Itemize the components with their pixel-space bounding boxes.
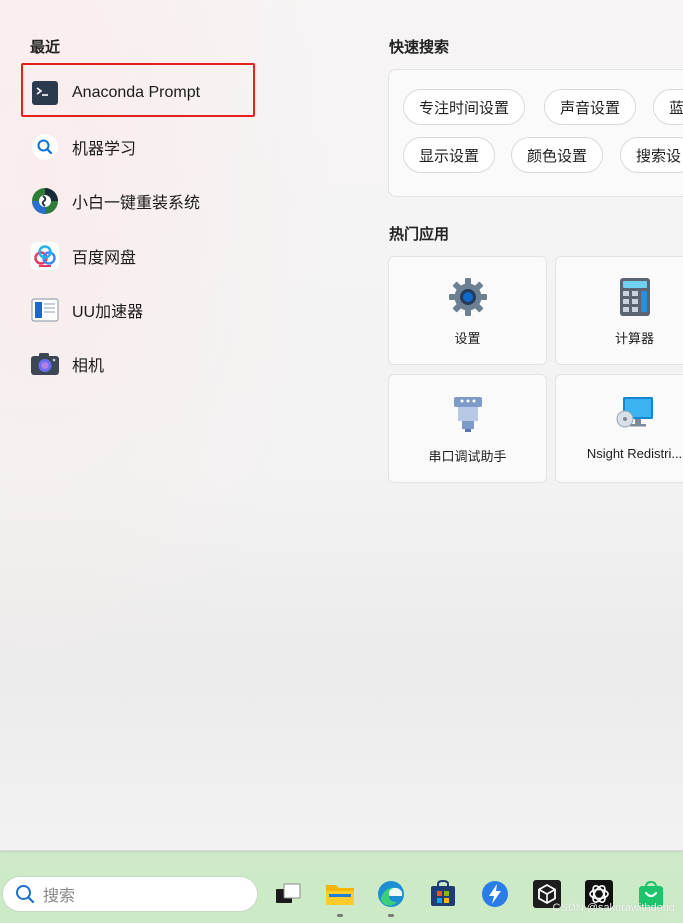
search-icon xyxy=(30,132,60,162)
taskbar-search-placeholder: 搜索 xyxy=(43,888,76,905)
microsoft-store-icon[interactable] xyxy=(427,877,459,911)
camera-icon xyxy=(30,349,60,379)
uu-accelerator-icon xyxy=(30,295,60,325)
recent-item-camera[interactable]: 相机 xyxy=(30,344,104,384)
recent-item-machine-learning[interactable]: 机器学习 xyxy=(30,127,136,167)
serial-port-icon xyxy=(453,397,482,432)
app-tile-label: Nsight Redistri... xyxy=(586,446,683,461)
recent-item-label: 机器学习 xyxy=(72,141,137,158)
quick-search-box: 专注时间设置 声音设置 蓝 显示设置 颜色设置 搜索设 xyxy=(388,69,683,197)
hot-apps-title: 热门应用 xyxy=(389,226,450,243)
quick-search-title: 快速搜索 xyxy=(389,39,450,56)
app-tile-calculator[interactable]: 计算器 xyxy=(555,256,683,365)
gear-icon xyxy=(448,278,487,316)
recent-item-baidu-netdisk[interactable]: 百度网盘 xyxy=(30,236,136,276)
recent-item-label: 小白一键重装系统 xyxy=(72,195,201,212)
highlight-box xyxy=(21,63,255,117)
recent-title: 最近 xyxy=(30,39,61,56)
monitor-disc-icon xyxy=(616,397,653,428)
chip-display-settings[interactable]: 显示设置 xyxy=(403,137,496,173)
edge-icon[interactable] xyxy=(375,877,407,917)
lightning-app-icon[interactable] xyxy=(479,877,511,911)
xiaobai-icon xyxy=(30,186,60,216)
app-tile-nsight[interactable]: Nsight Redistri... xyxy=(555,374,683,483)
task-view-icon[interactable] xyxy=(272,877,304,911)
app-tile-label: 设置 xyxy=(454,331,481,346)
recent-item-label: UU加速器 xyxy=(72,304,144,321)
search-icon xyxy=(15,884,35,904)
app-tile-label: 计算器 xyxy=(614,331,654,346)
chip-search-settings[interactable]: 搜索设 xyxy=(620,137,683,173)
app-tile-settings[interactable]: 设置 xyxy=(388,256,547,365)
recent-item-label: 百度网盘 xyxy=(72,250,137,267)
calculator-icon xyxy=(619,278,650,316)
recent-item-label: 相机 xyxy=(72,358,105,375)
app-tile-serial-port-assistant[interactable]: 串口调试助手 xyxy=(388,374,547,483)
chip-sound-settings[interactable]: 声音设置 xyxy=(544,89,637,125)
file-explorer-icon[interactable] xyxy=(324,877,356,917)
chip-color-settings[interactable]: 颜色设置 xyxy=(511,137,604,173)
recent-item-uu-accelerator[interactable]: UU加速器 xyxy=(30,290,143,330)
app-tile-label: 串口调试助手 xyxy=(428,449,507,464)
watermark: CSDN @sakurawithdong xyxy=(552,902,675,914)
baidu-netdisk-icon xyxy=(30,241,60,271)
chip-bluetooth-settings[interactable]: 蓝 xyxy=(653,89,683,125)
recent-item-xiaobai[interactable]: 小白一键重装系统 xyxy=(30,181,200,221)
chip-focus-time-settings[interactable]: 专注时间设置 xyxy=(403,89,526,125)
taskbar-search-box[interactable]: 搜索 xyxy=(2,876,258,912)
